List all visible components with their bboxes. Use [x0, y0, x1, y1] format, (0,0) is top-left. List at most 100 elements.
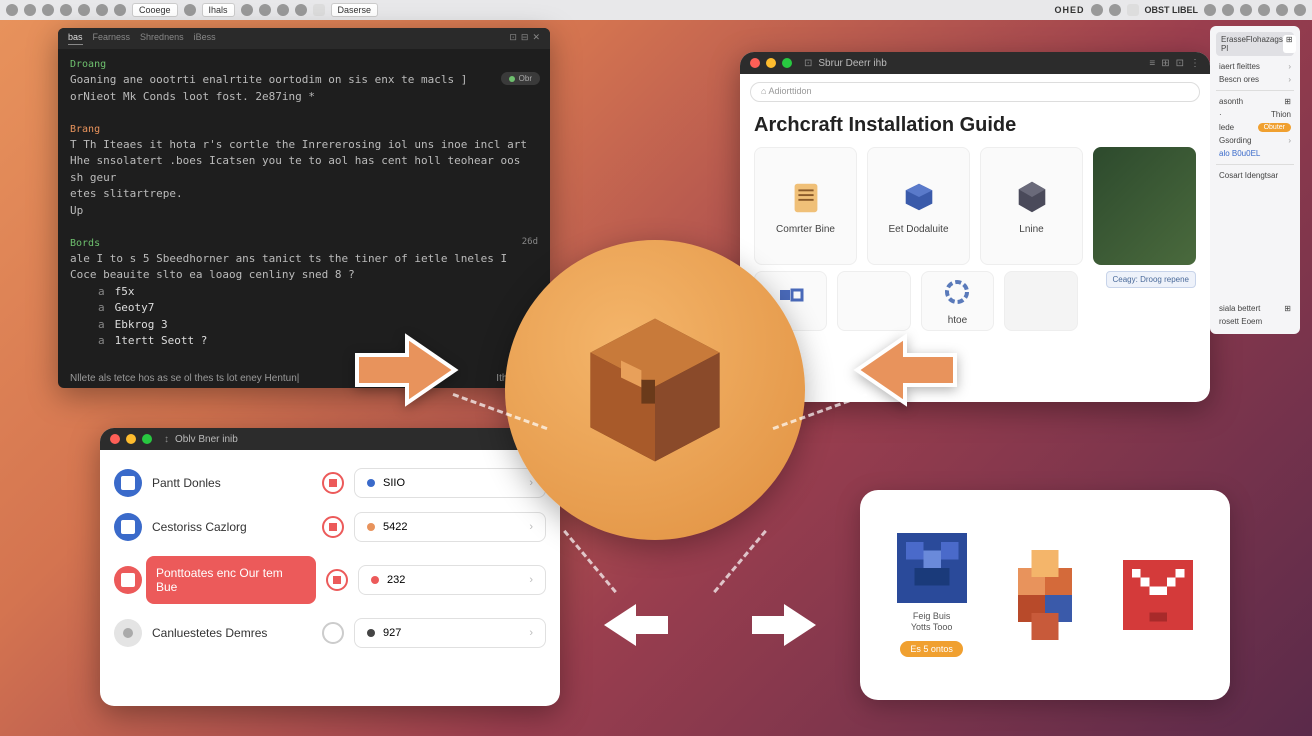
card-grid-row2: htoe [740, 265, 1092, 331]
maximize-icon[interactable] [782, 58, 792, 68]
target-icon [942, 277, 972, 307]
hex-icon [1013, 178, 1051, 216]
terminal-tab[interactable]: iBess [194, 32, 216, 45]
close-icon[interactable] [110, 434, 120, 444]
menu-pill[interactable]: Daserse [331, 3, 379, 17]
terminal-line: ale I to s 5 Sbeedhorner ans tanict ts t… [70, 251, 538, 268]
menu-pill[interactable]: Cooege [132, 3, 178, 17]
delete-icon[interactable] [326, 569, 348, 591]
menu-icon[interactable] [184, 4, 196, 16]
pixel-sprite-blue [897, 533, 967, 603]
terminal-list-item: Geoty7 [70, 300, 538, 317]
pixel-sprite-orange [1000, 550, 1090, 640]
action-button[interactable]: Obuter [1258, 123, 1291, 132]
action-button[interactable]: Es 5 ontos [900, 641, 963, 657]
option-card[interactable] [837, 271, 910, 331]
menu-icon[interactable] [60, 4, 72, 16]
menu-pill[interactable]: Ihals [202, 3, 235, 17]
terminal-tab[interactable]: bas [68, 32, 83, 45]
tag-chip[interactable]: Ceagy: Droog repene [1106, 271, 1197, 288]
menu-icon[interactable] [313, 4, 325, 16]
panel-row[interactable]: Gsording› [1216, 134, 1294, 147]
cube-icon [900, 178, 938, 216]
window-control-icon[interactable]: ⊟ [521, 32, 529, 45]
list-item[interactable]: Pantt Donles SIIO› [114, 468, 546, 498]
option-card[interactable]: htoe [921, 271, 994, 331]
apple-icon [6, 4, 18, 16]
browser-window: ⊡ Sbrur Deerr ihb ≡⊞⊡⋮ ⌂ Adiorttidon Arc… [740, 52, 1210, 402]
item-icon [114, 469, 142, 497]
status-icon [1294, 4, 1306, 16]
panel-row[interactable]: Bescn ores› [1216, 73, 1294, 86]
panel-row[interactable]: rosett Eoem [1216, 315, 1294, 328]
section-heading: Brang [70, 122, 538, 137]
status-icon [1276, 4, 1288, 16]
terminal-footer: Nllete als tetce hos as se ol thes ts lo… [70, 373, 538, 384]
panel-row[interactable]: iaert fleittes› [1216, 60, 1294, 73]
list-item[interactable]: Cestoriss Cazlorg 5422› [114, 512, 546, 542]
toolbar-icon[interactable]: ⊞ [1161, 58, 1169, 69]
menu-icon[interactable] [114, 4, 126, 16]
option-card[interactable]: Lnine [980, 147, 1083, 265]
value-field[interactable]: 5422› [354, 512, 546, 542]
menu-icon[interactable] [42, 4, 54, 16]
panel-row[interactable]: siala bettert⊞ [1216, 302, 1294, 315]
status-icon [1204, 4, 1216, 16]
menu-icon[interactable] [295, 4, 307, 16]
menu-icon[interactable] [78, 4, 90, 16]
panel-row: Cosart Idengtsar [1216, 169, 1294, 182]
terminal-status-badge: Obr [501, 72, 540, 85]
menu-icon[interactable] [259, 4, 271, 16]
arrow-left-icon [850, 330, 960, 410]
sprite-label: Feig Buis Yotts Tooo [911, 611, 953, 633]
terminal-body[interactable]: Droang Goaning ane oootrti enalrtite oor… [58, 49, 550, 358]
list-content: Pantt Donles SIIO› Cestoriss Cazlorg 542… [100, 450, 560, 666]
minimize-icon[interactable] [766, 58, 776, 68]
window-control-icon[interactable]: ✕ [532, 32, 540, 45]
delete-icon[interactable] [322, 516, 344, 538]
value-field[interactable]: 232› [358, 565, 546, 595]
arrow-right-icon [352, 330, 462, 410]
value-field[interactable]: SIIO› [354, 468, 546, 498]
window-control-icon[interactable]: ⊡ [509, 32, 517, 45]
panel-row[interactable]: asonth⊞ [1216, 95, 1294, 108]
panel-row[interactable]: ledeObuter [1216, 121, 1294, 134]
terminal-line: T Th Iteaes it hota r's cortle the Inrer… [70, 137, 538, 154]
option-card[interactable]: Eet Dodaluite [867, 147, 970, 265]
connector-line [563, 530, 617, 593]
terminal-tab[interactable]: Fearness [93, 32, 131, 45]
value-field[interactable]: 927› [354, 618, 546, 648]
minimize-icon[interactable] [126, 434, 136, 444]
status-icon [1258, 4, 1270, 16]
clipboard-icon [787, 178, 825, 216]
menu-icon[interactable] [96, 4, 108, 16]
option-card[interactable] [1004, 271, 1077, 331]
menu-icon[interactable] [241, 4, 253, 16]
close-icon[interactable] [750, 58, 760, 68]
terminal-line: Hhe snsolatert .boes Icatsen you te to a… [70, 153, 538, 186]
item-icon [114, 619, 142, 647]
list-window: ↕ Oblv Bner inib Pantt Donles SIIO› Cest… [100, 428, 560, 706]
terminal-tab[interactable]: Shrednens [140, 32, 184, 45]
list-titlebar: ↕ Oblv Bner inib [100, 428, 560, 450]
list-item[interactable]: Canluestetes Demres 927› [114, 618, 546, 648]
radio-icon[interactable] [322, 622, 344, 644]
delete-icon[interactable] [322, 472, 344, 494]
list-item-active[interactable]: Ponttoates enc Our tem Bue 232› [114, 556, 546, 604]
option-card[interactable]: Comrter Bine [754, 147, 857, 265]
preview-image [1093, 147, 1196, 265]
status-icon [1127, 4, 1139, 16]
panel-header[interactable]: Erasse PlFlohazags⊞ [1216, 32, 1294, 56]
toolbar-icon[interactable]: ≡ [1149, 58, 1155, 69]
toolbar-icon[interactable]: ⋮ [1190, 58, 1200, 69]
list-title: Oblv Bner inib [175, 434, 238, 445]
toolbar-icon[interactable]: ⊡ [1176, 58, 1184, 69]
panel-row[interactable]: alo B0u0EL [1216, 147, 1294, 160]
terminal-list-item: Ebkrog 3 [70, 317, 538, 334]
menu-icon[interactable] [24, 4, 36, 16]
menu-icon[interactable] [277, 4, 289, 16]
url-bar[interactable]: ⌂ Adiorttidon [750, 82, 1200, 102]
code-badge: 26d [522, 236, 538, 251]
maximize-icon[interactable] [142, 434, 152, 444]
section-heading: Bords [70, 236, 100, 251]
